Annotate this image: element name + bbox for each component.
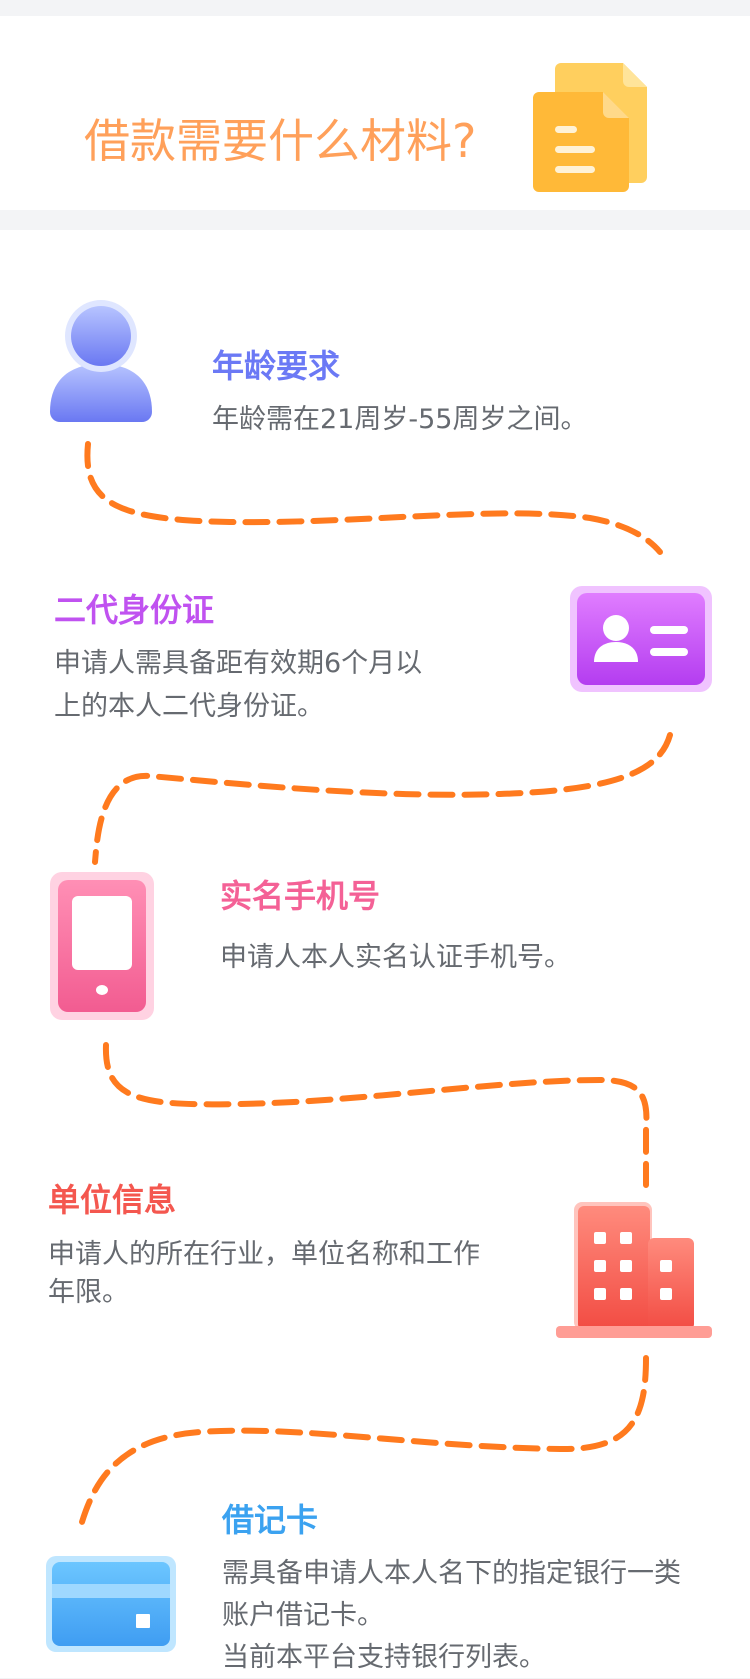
id-card-icon bbox=[570, 586, 712, 692]
page: 借款需要什么材料? 年龄要求 年龄需在21周岁-55周岁之间。 二代身份证 申请… bbox=[0, 0, 750, 1678]
item-title-company: 单位信息 bbox=[48, 1181, 177, 1219]
item-desc-phone: 申请人本人实名认证手机号。 bbox=[220, 942, 571, 973]
user-icon bbox=[50, 300, 152, 422]
phone-icon bbox=[50, 872, 154, 1020]
item-desc-company-line1: 申请人的所在行业，单位名称和工作 bbox=[48, 1239, 480, 1270]
item-desc-debit-card-line2: 账户借记卡。 bbox=[222, 1600, 384, 1631]
page-title: 借款需要什么材料? bbox=[84, 114, 477, 168]
item-title-phone: 实名手机号 bbox=[220, 877, 381, 915]
item-desc-debit-card-line1: 需具备申请人本人名下的指定银行一类 bbox=[222, 1558, 681, 1589]
item-desc-id-card-line1: 申请人需具备距有效期6个月以 bbox=[54, 648, 423, 679]
bank-list-link[interactable]: 当前本平台支持银行列表。 bbox=[222, 1637, 546, 1679]
item-title-age: 年龄要求 bbox=[212, 347, 341, 385]
header-banner: 借款需要什么材料? bbox=[0, 16, 750, 210]
document-icon bbox=[533, 63, 647, 192]
item-desc-age: 年龄需在21周岁-55周岁之间。 bbox=[212, 404, 588, 435]
item-title-debit-card: 借记卡 bbox=[222, 1501, 319, 1539]
building-icon bbox=[556, 1202, 712, 1338]
item-title-id-card: 二代身份证 bbox=[54, 591, 215, 629]
bank-card-icon bbox=[46, 1556, 176, 1652]
item-desc-company-line2: 年限。 bbox=[48, 1277, 129, 1308]
item-desc-id-card-line2: 上的本人二代身份证。 bbox=[54, 691, 324, 722]
